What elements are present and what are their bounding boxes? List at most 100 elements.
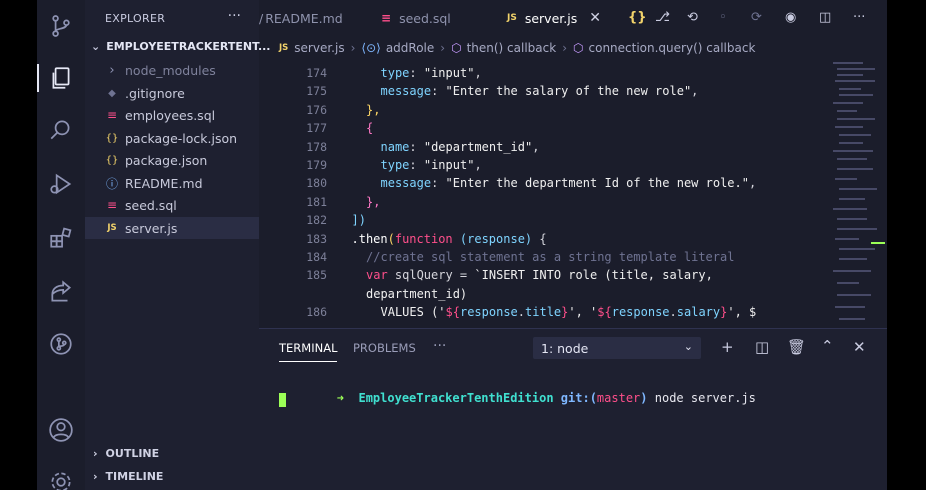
code-token: , xyxy=(691,84,699,99)
code-token: "input" xyxy=(423,66,475,80)
code-token: message xyxy=(380,84,432,99)
close-tab-icon[interactable]: ✕ xyxy=(589,10,601,26)
code-token: response xyxy=(611,305,670,320)
trash-icon[interactable]: 🗑 xyxy=(787,338,806,356)
explorer-more-actions-icon[interactable]: ··· xyxy=(228,8,241,24)
chevron-right-icon: › xyxy=(109,62,115,78)
code-token: "Enter the department Id of the new role… xyxy=(445,176,749,191)
chevron-right-icon: › xyxy=(350,41,356,55)
tree-item-gitignore[interactable]: ◆ .gitignore xyxy=(85,82,259,104)
timeline-dot-icon[interactable]: ◦ xyxy=(719,10,727,25)
code-token: , xyxy=(474,158,482,172)
code-token: , xyxy=(748,176,757,191)
close-panel-icon[interactable]: ✕ xyxy=(853,338,866,356)
vscode-window: EXPLORER ··· ⌄ EMPLOYEETRACKERTENT... › no… xyxy=(37,0,887,490)
code-token: "department_id" xyxy=(423,139,533,154)
tab-readme-md[interactable]: / README.md xyxy=(259,0,343,36)
outline-label: OUTLINE xyxy=(105,447,160,460)
account-icon[interactable] xyxy=(37,410,85,450)
git-graph-icon[interactable] xyxy=(37,324,85,364)
breadcrumb-function[interactable]: addRole xyxy=(386,41,434,55)
code-token: }, xyxy=(366,194,381,209)
terminal-output[interactable]: ➜ EmployeeTrackerTenthEdition git:(maste… xyxy=(279,377,756,419)
search-icon[interactable] xyxy=(37,110,85,150)
tab-problems[interactable]: PROBLEMS xyxy=(353,341,416,355)
tree-item-label: .gitignore xyxy=(125,85,185,101)
outline-section[interactable]: › OUTLINE xyxy=(93,447,159,460)
more-actions-icon[interactable]: ··· xyxy=(853,10,865,25)
tree-item-employees-sql[interactable]: ≡ employees.sql xyxy=(85,104,259,126)
go-forward-icon[interactable]: ⟳ xyxy=(751,10,762,25)
panel-more-icon[interactable]: ··· xyxy=(433,338,446,354)
explorer-icon[interactable] xyxy=(37,58,85,98)
screen-bezel xyxy=(887,0,926,490)
tab-label: seed.sql xyxy=(399,10,451,26)
open-changes-icon[interactable]: ⎇ xyxy=(655,10,670,25)
minimap[interactable] xyxy=(827,58,887,328)
tree-item-label: server.js xyxy=(125,220,178,236)
code-token: : xyxy=(431,176,446,191)
folder-name: EMPLOYEETRACKERTENT... xyxy=(106,40,271,53)
timeline-section[interactable]: › TIMELINE xyxy=(93,470,163,483)
code-token: .then xyxy=(351,231,388,246)
code-token: ]) xyxy=(351,213,366,228)
tab-seed-sql[interactable]: ≡ seed.sql xyxy=(381,0,451,36)
tree-item-package-lock-json[interactable]: {} package-lock.json xyxy=(85,127,259,149)
line-number: 178 xyxy=(306,139,327,154)
extensions-icon[interactable] xyxy=(37,218,85,258)
tab-label: server.js xyxy=(524,10,578,26)
split-terminal-icon[interactable]: ◫ xyxy=(755,338,769,356)
javascript-file-icon: JS xyxy=(279,43,289,53)
line-content: type: "input", xyxy=(381,64,482,82)
git-compare-icon[interactable]: ◉ xyxy=(785,10,796,25)
split-editor-icon[interactable]: ◫ xyxy=(819,10,831,25)
breadcrumb-callback[interactable]: connection.query() callback xyxy=(589,41,756,55)
method-icon: ⟨⊙⟩ xyxy=(361,41,381,55)
prompt-directory: EmployeeTrackerTenthEdition xyxy=(358,391,554,405)
code-token: ( xyxy=(387,231,395,246)
line-number: 174 xyxy=(306,66,327,80)
code-token: name xyxy=(380,139,410,154)
line-number: 176 xyxy=(306,102,327,117)
line-number: 177 xyxy=(306,121,327,136)
chevron-down-icon: ⌄ xyxy=(683,340,693,353)
code-token: department_id) xyxy=(366,286,468,301)
add-terminal-icon[interactable]: + xyxy=(721,338,734,356)
code-editor[interactable]: 174 type: "input", 175 message: "Enter the … xyxy=(259,58,827,328)
tab-server-js[interactable]: JS server.js ✕ xyxy=(507,0,601,36)
tab-terminal[interactable]: TERMINAL xyxy=(279,341,338,362)
code-token: : xyxy=(409,139,424,154)
source-control-icon[interactable] xyxy=(37,6,85,46)
remote-share-icon[interactable] xyxy=(37,272,85,312)
line-number: 182 xyxy=(306,213,327,228)
terminal-select[interactable]: 1: node ⌄ xyxy=(533,337,701,359)
workspace-folder[interactable]: ⌄ EMPLOYEETRACKERTENT... xyxy=(91,40,270,53)
database-file-icon: ≡ xyxy=(106,108,118,122)
tree-item-server-js[interactable]: JS server.js xyxy=(85,217,259,239)
code-token: salary xyxy=(676,305,721,320)
breadcrumb-file[interactable]: server.js xyxy=(294,41,344,55)
run-debug-icon[interactable] xyxy=(37,164,85,204)
tree-item-seed-sql[interactable]: ≡ seed.sql xyxy=(85,194,259,216)
code-token: //create sql statement as a string templ… xyxy=(366,250,735,264)
settings-gear-icon[interactable] xyxy=(37,462,85,490)
tree-item-label: seed.sql xyxy=(125,197,177,213)
tree-item-readme-md[interactable]: ⓘ README.md xyxy=(85,172,259,194)
go-back-icon[interactable]: ⟲ xyxy=(687,10,698,25)
tree-item-node-modules[interactable]: › node_modules xyxy=(85,59,259,81)
breadcrumb-callback[interactable]: then() callback xyxy=(467,41,557,55)
code-token: type xyxy=(380,66,410,80)
json-braces-icon[interactable]: {} xyxy=(628,10,647,25)
tree-item-label: package-lock.json xyxy=(125,130,238,146)
json-file-icon: {} xyxy=(105,154,119,166)
tree-item-package-json[interactable]: {} package.json xyxy=(85,149,259,171)
line-content: name: "department_id", xyxy=(381,138,540,156)
code-token: type xyxy=(380,158,410,172)
maximize-panel-icon[interactable]: ⌃ xyxy=(821,337,834,355)
chevron-right-icon: › xyxy=(440,41,446,55)
code-token: }, xyxy=(366,102,381,117)
line-number: 186 xyxy=(306,305,327,320)
code-token: : xyxy=(431,84,446,99)
line-content: message: "Enter the salary of the new ro… xyxy=(381,82,699,100)
